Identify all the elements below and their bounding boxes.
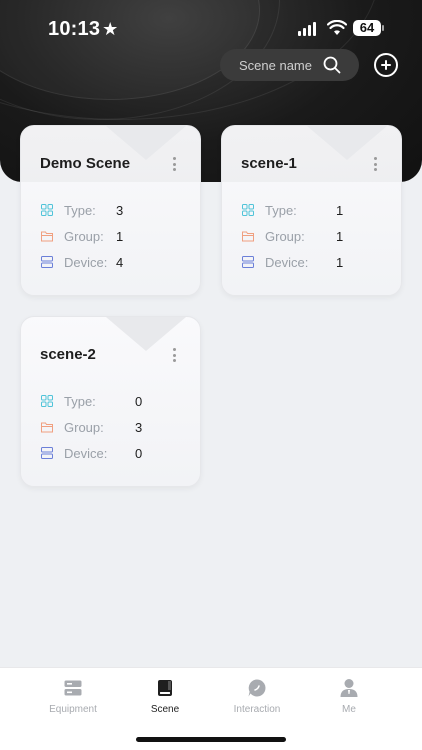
folder-icon [242, 231, 254, 242]
scene-device-row: Device: 0 [41, 445, 142, 461]
type-label: Type: [64, 202, 96, 218]
folder-icon [41, 231, 53, 242]
type-value: 0 [135, 393, 143, 409]
scene-type-row: Type: 0 [41, 393, 142, 409]
device-value: 4 [116, 254, 124, 270]
status-bar: 10:13 ★ 64 [0, 0, 422, 58]
scene-icon [158, 680, 172, 696]
more-options-icon[interactable] [373, 157, 377, 171]
device-label: Device: [64, 254, 108, 270]
device-value: 0 [135, 445, 143, 461]
scene-group-row: Group: 1 [242, 228, 343, 244]
scene-device-row: Device: 4 [41, 254, 123, 270]
tab-label: Equipment [49, 704, 97, 715]
tab-label: Interaction [233, 704, 281, 715]
search-placeholder: Scene name [239, 57, 312, 73]
type-label: Type: [64, 393, 96, 409]
scene-card[interactable]: scene-2 Type: 0 Group: 3 Device: 0 [20, 316, 201, 487]
grid-icon [242, 204, 254, 216]
tab-label: Scene [150, 704, 180, 715]
scene-card[interactable]: scene-1 Type: 1 Group: 1 Device: 1 [221, 125, 402, 296]
scene-group-row: Group: 3 [41, 419, 142, 435]
add-scene-button[interactable] [374, 53, 398, 77]
tab-interaction[interactable]: Interaction [212, 678, 302, 728]
more-options-icon[interactable] [172, 348, 176, 362]
star-icon: ★ [102, 19, 119, 39]
cellular-signal-icon [298, 22, 318, 36]
group-value: 3 [135, 419, 143, 435]
person-icon [340, 679, 358, 697]
scene-title: scene-2 [40, 346, 96, 363]
tab-equipment[interactable]: Equipment [28, 678, 118, 728]
group-label: Group: [64, 419, 104, 435]
folder-icon [41, 422, 53, 433]
group-label: Group: [64, 228, 104, 244]
tab-scene[interactable]: Scene [120, 678, 210, 728]
server-icon [242, 256, 254, 268]
more-options-icon[interactable] [172, 157, 176, 171]
chat-icon [248, 679, 266, 697]
group-label: Group: [265, 228, 305, 244]
scene-title: Demo Scene [40, 155, 131, 172]
wifi-icon [327, 20, 347, 35]
type-label: Type: [265, 202, 297, 218]
home-indicator[interactable] [136, 737, 286, 742]
device-value: 1 [336, 254, 344, 270]
scene-group-row: Group: 1 [41, 228, 123, 244]
tab-me[interactable]: Me [304, 678, 394, 728]
scene-type-row: Type: 1 [242, 202, 343, 218]
device-label: Device: [265, 254, 309, 270]
server-icon [41, 256, 53, 268]
battery-tip [382, 25, 384, 31]
search-icon[interactable] [323, 56, 341, 74]
scene-type-row: Type: 3 [41, 202, 123, 218]
type-value: 3 [116, 202, 124, 218]
equipment-icon [64, 680, 82, 696]
card-decoration [106, 317, 186, 351]
scene-title: scene-1 [241, 155, 297, 172]
card-decoration [307, 126, 387, 160]
status-time-text: 10:13 [48, 18, 101, 40]
status-time: 10:13 ★ [48, 18, 119, 41]
group-value: 1 [336, 228, 344, 244]
grid-icon [41, 395, 53, 407]
device-label: Device: [64, 445, 108, 461]
scene-search-input[interactable]: Scene name [220, 49, 359, 81]
scene-device-row: Device: 1 [242, 254, 343, 270]
grid-icon [41, 204, 53, 216]
scene-card[interactable]: Demo Scene Type: 3 Group: 1 Device: 4 [20, 125, 201, 296]
type-value: 1 [336, 202, 344, 218]
battery-indicator: 64 [353, 20, 381, 36]
group-value: 1 [116, 228, 124, 244]
server-icon [41, 447, 53, 459]
tab-label: Me [342, 704, 356, 715]
